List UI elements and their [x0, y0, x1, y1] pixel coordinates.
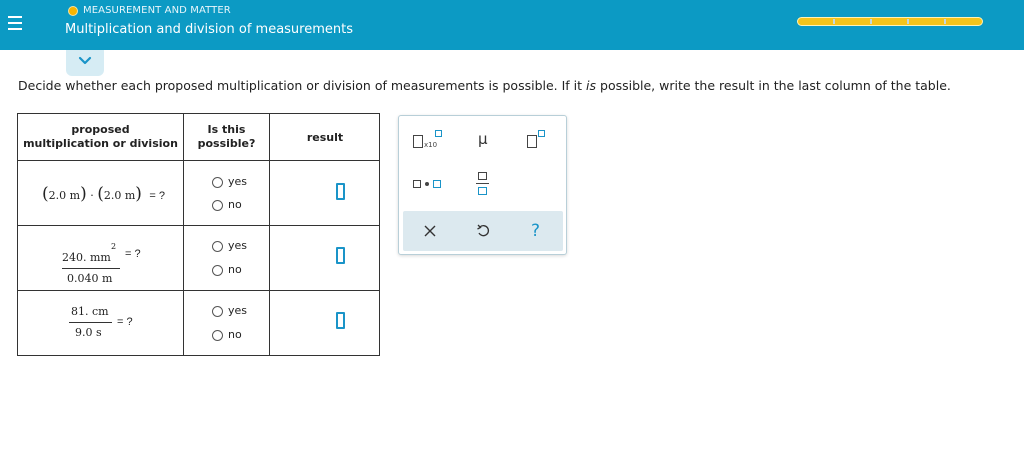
- topic-label: MEASUREMENT AND MATTER: [83, 5, 231, 16]
- topic-status-dot-icon: [68, 6, 78, 16]
- radio-yes-row-3[interactable]: [212, 306, 223, 317]
- fraction-icon[interactable]: [463, 171, 503, 201]
- result-input-row-3[interactable]: [336, 312, 345, 329]
- mu-icon[interactable]: μ: [463, 126, 503, 156]
- table-row-2-result: [270, 226, 380, 291]
- radio-no-row-1[interactable]: [212, 200, 223, 211]
- radio-yes-label: yes: [228, 304, 248, 317]
- times-ten-box-icon[interactable]: x10: [409, 126, 449, 156]
- undo-icon[interactable]: [456, 211, 509, 251]
- equals-question: = ?: [117, 316, 133, 328]
- table-row-1-possible: yes no: [184, 161, 270, 226]
- collapse-header-button[interactable]: [66, 50, 104, 76]
- hamburger-menu-icon[interactable]: [4, 6, 32, 40]
- math-palette: x10 μ ?: [398, 115, 567, 255]
- page-title: Multiplication and division of measureme…: [65, 22, 353, 37]
- question-prompt: Decide whether each proposed multiplicat…: [18, 78, 951, 93]
- chevron-down-icon: [78, 56, 92, 65]
- table-row-3-expression: 81. cm 9.0 s = ?: [18, 291, 184, 356]
- help-question-icon[interactable]: ?: [509, 211, 562, 251]
- header-result: result: [270, 114, 380, 161]
- radio-yes-row-1[interactable]: [212, 177, 223, 188]
- table-row-2-expression: 240. mm 2 0.040 m = ?: [18, 226, 184, 291]
- header-bar: MEASUREMENT AND MATTER Multiplication an…: [0, 0, 1024, 50]
- question-table: proposed multiplication or division Is th…: [17, 113, 380, 356]
- radio-no-row-3[interactable]: [212, 330, 223, 341]
- superscript-box-icon[interactable]: [519, 126, 559, 156]
- radio-yes-label: yes: [228, 239, 248, 252]
- clear-x-icon[interactable]: [403, 211, 456, 251]
- header-proposed: proposed multiplication or division: [18, 114, 184, 161]
- fraction-area-volume: 240. mm 2 0.040 m: [62, 239, 122, 285]
- multiply-dot-icon[interactable]: [409, 171, 449, 201]
- result-input-row-1[interactable]: [336, 183, 345, 200]
- radio-no-label: no: [228, 198, 242, 211]
- equals-question: = ?: [125, 248, 141, 260]
- radio-yes-label: yes: [228, 175, 248, 188]
- table-row-3-result: [270, 291, 380, 356]
- table-row-3-possible: yes no: [184, 291, 270, 356]
- radio-no-row-2[interactable]: [212, 265, 223, 276]
- progress-bar: [797, 17, 983, 26]
- radio-no-label: no: [228, 263, 242, 276]
- table-row-1-expression: (2.0 m) · (2.0 m) = ?: [18, 161, 184, 226]
- header-possible: Is this possible?: [184, 114, 270, 161]
- table-row-1-result: [270, 161, 380, 226]
- radio-yes-row-2[interactable]: [212, 241, 223, 252]
- fraction-speed: 81. cm 9.0 s: [69, 303, 114, 343]
- table-row-2-possible: yes no: [184, 226, 270, 291]
- result-input-row-2[interactable]: [336, 247, 345, 264]
- radio-no-label: no: [228, 328, 242, 341]
- palette-action-bar: ?: [403, 211, 563, 251]
- expression-product: (2.0 m) · (2.0 m) = ?: [42, 184, 166, 204]
